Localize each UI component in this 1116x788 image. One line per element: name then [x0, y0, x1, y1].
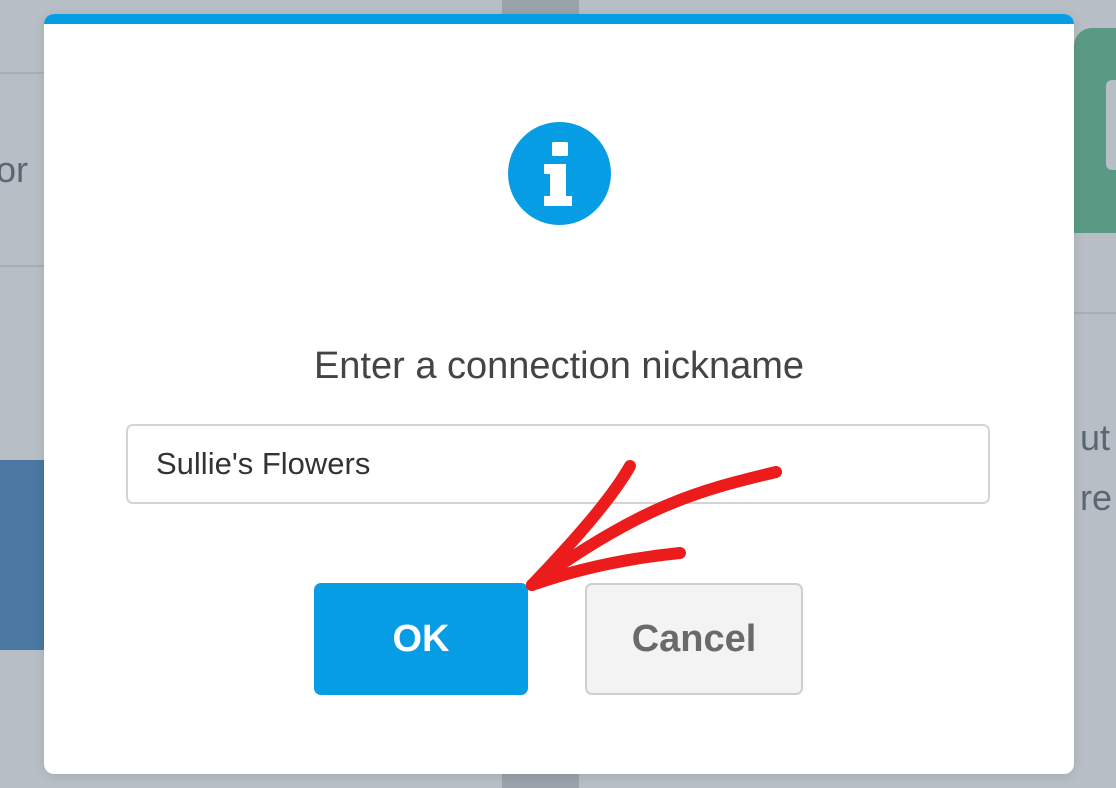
background-text: or — [0, 149, 29, 190]
nickname-input[interactable] — [126, 424, 990, 504]
background-divider — [0, 72, 45, 74]
dialog-accent-bar — [44, 14, 1074, 24]
background-divider — [0, 265, 45, 267]
background-divider — [1074, 312, 1116, 314]
info-icon — [508, 122, 611, 225]
background-text: ut — [1080, 417, 1111, 458]
background-button — [0, 460, 45, 650]
nickname-dialog: Enter a connection nickname OK Cancel — [44, 14, 1074, 774]
ok-button[interactable]: OK — [314, 583, 528, 695]
background-text: re — [1080, 477, 1113, 518]
background-chat-bubble-inner — [1106, 80, 1116, 170]
dialog-prompt: Enter a connection nickname — [313, 345, 805, 387]
cancel-button[interactable]: Cancel — [585, 583, 803, 695]
